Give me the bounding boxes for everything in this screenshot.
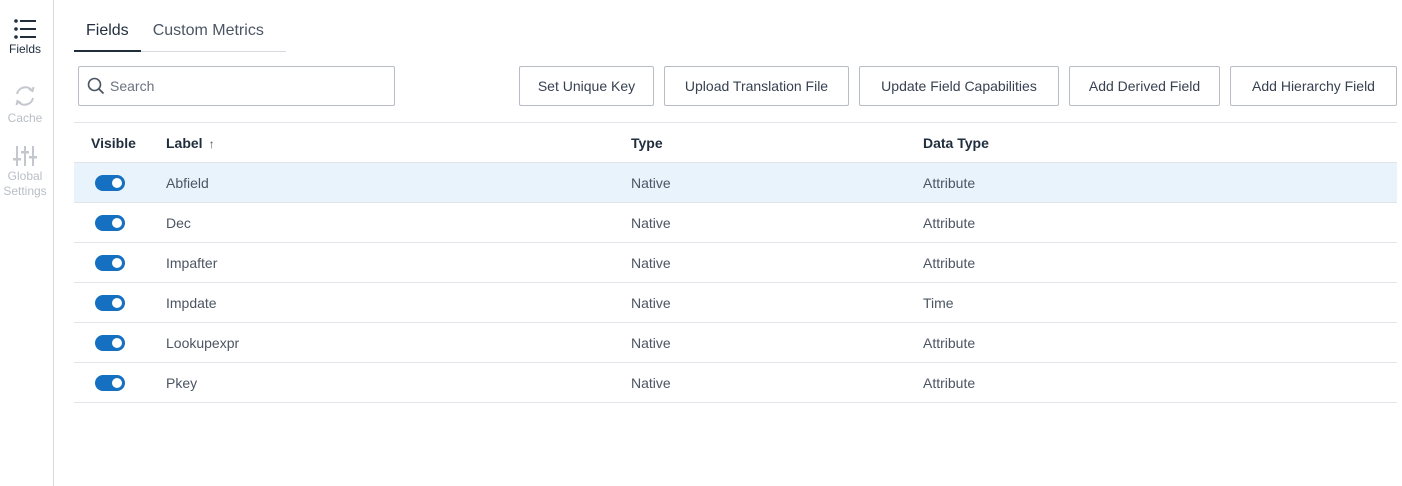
rail-label-global-line1: Global — [7, 169, 43, 183]
add-derived-field-button[interactable]: Add Derived Field — [1069, 66, 1220, 106]
header-label[interactable]: Label ↑ — [166, 135, 631, 151]
set-unique-key-button[interactable]: Set Unique Key — [519, 66, 654, 106]
data-type-cell: Attribute — [923, 334, 976, 351]
rail-item-global-settings[interactable]: Global Settings — [0, 145, 50, 199]
rail-label-global-line2: Settings — [3, 184, 47, 198]
type-cell: Native — [631, 374, 671, 391]
toggle-knob — [112, 377, 122, 388]
visible-cell — [74, 374, 166, 391]
visible-toggle[interactable] — [95, 374, 125, 391]
visible-cell — [74, 334, 166, 351]
type-cell: Native — [631, 214, 671, 231]
visible-cell — [74, 294, 166, 311]
search-input[interactable] — [110, 78, 380, 94]
upload-translation-file-button[interactable]: Upload Translation File — [664, 66, 849, 106]
label-cell: Pkey — [166, 374, 198, 391]
fields-table: Visible Label ↑ Type Data Type Abfield Nat… — [74, 122, 1397, 403]
data-type-cell: Attribute — [923, 174, 976, 191]
type-cell: Native — [631, 294, 671, 311]
visible-toggle[interactable] — [95, 254, 125, 271]
label-cell: Dec — [166, 214, 191, 231]
tab-fields[interactable]: Fields — [74, 14, 141, 52]
visible-cell — [74, 214, 166, 231]
data-type-cell: Time — [923, 294, 954, 311]
rail-item-cache[interactable]: Cache — [0, 83, 50, 125]
toggle-knob — [112, 297, 122, 308]
data-type-cell: Attribute — [923, 374, 976, 391]
table-row[interactable]: Pkey Native Attribute — [74, 363, 1397, 403]
visible-toggle[interactable] — [95, 214, 125, 231]
header-data-type[interactable]: Data Type — [923, 135, 1397, 151]
header-visible[interactable]: Visible — [74, 135, 166, 151]
type-cell: Native — [631, 334, 671, 351]
rail-item-fields[interactable]: Fields — [0, 18, 50, 56]
search-box[interactable] — [78, 66, 395, 106]
sliders-icon — [13, 146, 37, 166]
data-type-cell: Attribute — [923, 254, 976, 271]
sort-ascending-icon: ↑ — [208, 136, 215, 151]
visible-toggle[interactable] — [95, 294, 125, 311]
side-rail: Fields Cache Global Settings — [0, 0, 54, 486]
header-type[interactable]: Type — [631, 135, 923, 151]
table-header: Visible Label ↑ Type Data Type — [74, 122, 1397, 163]
table-row[interactable]: Dec Native Attribute — [74, 203, 1397, 243]
rail-label-fields: Fields — [8, 42, 41, 56]
list-icon — [14, 19, 36, 39]
app-root: Fields Cache Global Settings Fields Cust… — [0, 0, 1402, 486]
table-row[interactable]: Lookupexpr Native Attribute — [74, 323, 1397, 363]
visible-toggle[interactable] — [95, 334, 125, 351]
label-cell: Abfield — [166, 174, 209, 191]
type-cell: Native — [631, 174, 671, 191]
toggle-knob — [112, 217, 122, 228]
table-row[interactable]: Abfield Native Attribute — [74, 163, 1397, 203]
visible-cell — [74, 254, 166, 271]
toggle-knob — [112, 257, 122, 268]
table-row[interactable]: Impafter Native Attribute — [74, 243, 1397, 283]
label-cell: Impafter — [166, 254, 218, 271]
toggle-knob — [112, 177, 122, 188]
label-cell: Lookupexpr — [166, 334, 240, 351]
search-icon — [87, 77, 105, 95]
toggle-knob — [112, 337, 122, 348]
refresh-icon — [15, 86, 35, 106]
table-row[interactable]: Impdate Native Time — [74, 283, 1397, 323]
type-cell: Native — [631, 254, 671, 271]
add-hierarchy-field-button[interactable]: Add Hierarchy Field — [1230, 66, 1397, 106]
rail-label-cache: Cache — [7, 111, 43, 125]
visible-cell — [74, 174, 166, 191]
tab-bar: Fields Custom Metrics — [74, 14, 286, 52]
header-label-text: Label — [166, 134, 203, 151]
data-type-cell: Attribute — [923, 214, 976, 231]
visible-toggle[interactable] — [95, 174, 125, 191]
table-body: Abfield Native Attribute Dec Native Attribute… — [74, 163, 1397, 403]
update-field-capabilities-button[interactable]: Update Field Capabilities — [859, 66, 1059, 106]
label-cell: Impdate — [166, 294, 217, 311]
tab-custom-metrics[interactable]: Custom Metrics — [141, 14, 276, 51]
